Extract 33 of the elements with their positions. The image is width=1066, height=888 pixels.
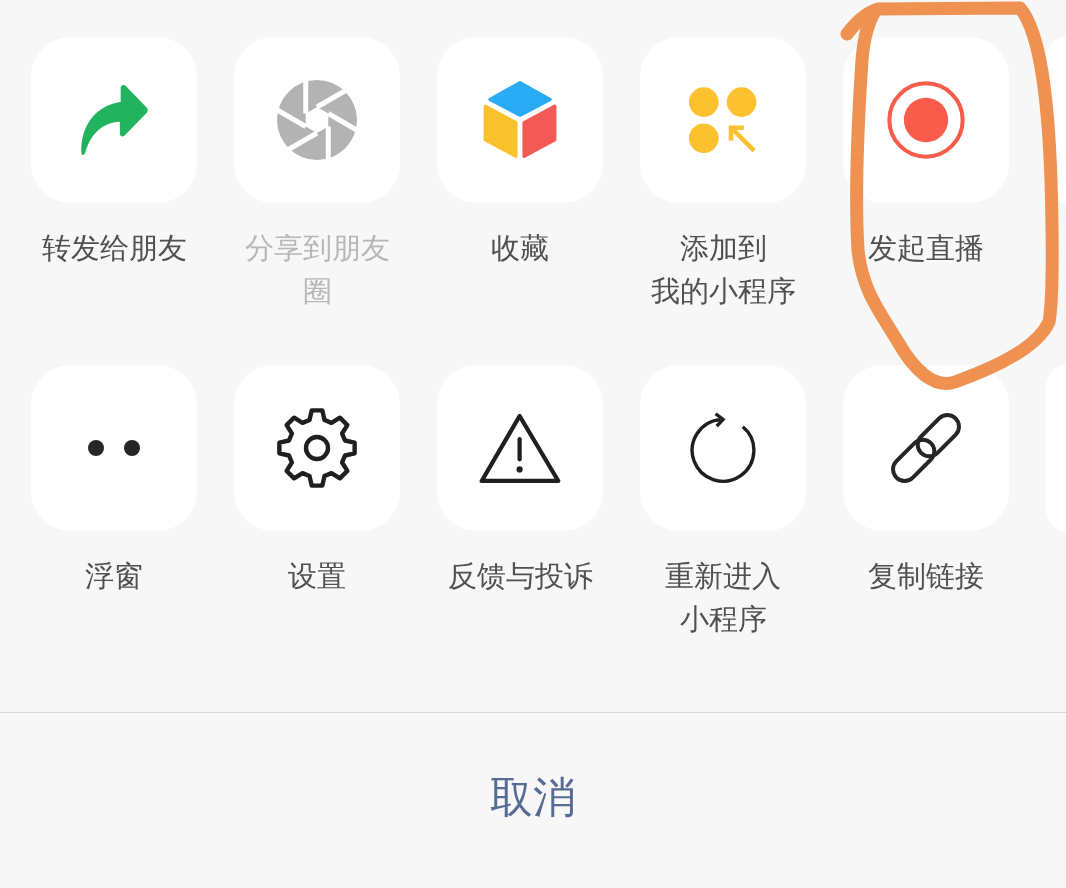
action-label: 复制链接 (868, 558, 984, 595)
action-tile[interactable] (640, 365, 806, 531)
action-label: 我的小程序 (650, 273, 796, 310)
curved-arrow-icon (79, 83, 149, 157)
action-tile[interactable] (31, 37, 197, 203)
chain-link-icon (890, 412, 962, 484)
action-label: 转发给朋友 (41, 230, 187, 267)
aperture-icon (277, 80, 357, 160)
action-tile[interactable] (31, 365, 197, 531)
action-tile[interactable] (234, 37, 400, 203)
two-dots-icon (88, 440, 140, 456)
action-label: 反馈与投诉 (447, 558, 593, 595)
action-tile[interactable] (437, 37, 603, 203)
action-label: 浮窗 (85, 558, 143, 595)
circular-arrow-icon (687, 412, 759, 484)
action-label: 收藏 (491, 230, 549, 267)
action-label: 设置 (288, 558, 346, 595)
action-tile[interactable] (843, 37, 1009, 203)
action-label: 添加到 (679, 230, 767, 267)
settings-icon (276, 407, 358, 489)
dots-with-arrow-icon (689, 86, 757, 154)
action-tile[interactable] (640, 37, 806, 203)
action-label: 分享到朋友圈 (243, 230, 391, 310)
action-tile[interactable] (843, 365, 1009, 531)
action-label: 发起直播 (868, 230, 984, 267)
cancel-button[interactable]: 取消 (0, 713, 1066, 888)
record-icon (887, 81, 965, 159)
warning-icon (479, 412, 561, 484)
action-label: 重新进入 (665, 558, 781, 595)
action-tile[interactable] (437, 365, 603, 531)
action-label: 小程序 (679, 601, 767, 638)
action-tile[interactable] (234, 365, 400, 531)
cube-icon (483, 80, 557, 160)
